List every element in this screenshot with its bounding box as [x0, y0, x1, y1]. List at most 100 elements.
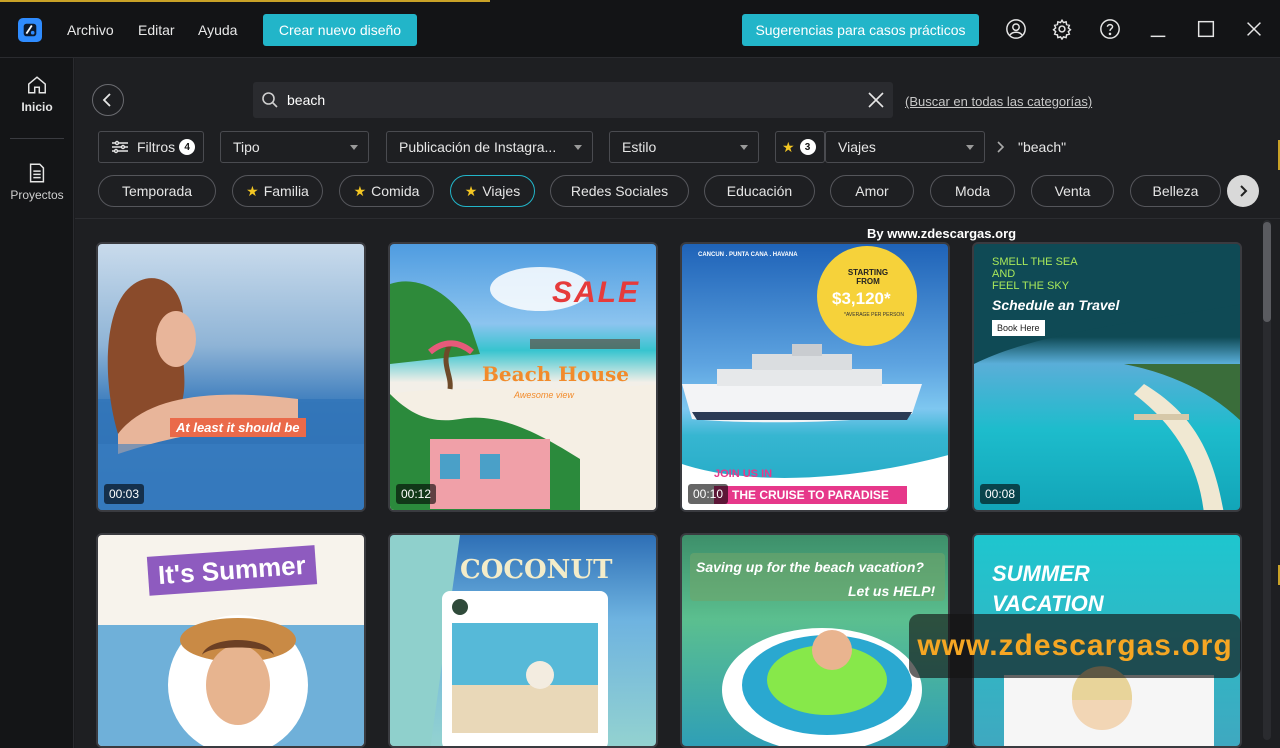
menu-ayuda[interactable]: Ayuda: [198, 22, 237, 38]
help-icon[interactable]: [1098, 17, 1122, 41]
account-icon[interactable]: [1004, 17, 1028, 41]
chevron-right-icon: [995, 140, 1007, 154]
style-dropdown-label: Estilo: [622, 139, 657, 155]
card-price-label: STARTING FROM: [847, 268, 889, 286]
chip-label: Moda: [954, 183, 991, 199]
card-tag: Awesome view: [514, 390, 574, 400]
chip-label: Viajes: [482, 183, 521, 199]
chip-comida[interactable]: ★ Comida: [339, 175, 434, 207]
chip-familia[interactable]: ★ Familia: [232, 175, 323, 207]
sidebar-item-inicio[interactable]: Inicio: [0, 74, 74, 114]
maximize-icon[interactable]: [1194, 17, 1218, 41]
document-icon: [29, 163, 45, 183]
chip-amor[interactable]: Amor: [830, 175, 914, 207]
card-title: COCONUT: [460, 555, 613, 585]
search-input[interactable]: [287, 82, 847, 118]
caret-down-icon: [740, 145, 748, 150]
sidebar-item-label: Proyectos: [10, 188, 64, 202]
filters-button[interactable]: Filtros 4: [98, 131, 204, 163]
duration-badge: 00:03: [104, 484, 145, 504]
close-window-icon[interactable]: [1242, 17, 1266, 41]
sidebar-divider: [10, 138, 64, 139]
star-icon: ★: [782, 138, 795, 155]
watermark-text: By www.zdescargas.org: [867, 226, 1017, 241]
chevron-left-icon: [102, 93, 111, 107]
chip-label: Familia: [263, 183, 309, 199]
template-thumbnail: [98, 278, 364, 510]
vertical-scrollbar[interactable]: [1263, 220, 1271, 740]
card-line2: AND: [992, 268, 1016, 280]
favorites-filter[interactable]: ★ 3: [775, 131, 825, 163]
chip-temporada[interactable]: Temporada: [98, 175, 216, 207]
card-subtitle: Beach House: [482, 362, 630, 386]
title-accent-line: [0, 0, 490, 2]
template-card[interactable]: CANCUN . PUNTA CANA . HAVANA STARTING FR…: [680, 242, 950, 512]
chip-belleza[interactable]: Belleza: [1130, 175, 1221, 207]
template-card[interactable]: COCONUT: [388, 533, 658, 748]
card-button: Book Here: [992, 320, 1045, 336]
menu-editar[interactable]: Editar: [138, 22, 175, 38]
category-dropdown-label: Viajes: [838, 139, 876, 155]
duration-badge: 00:08: [980, 484, 1021, 504]
chips-next-button[interactable]: [1227, 175, 1259, 207]
duration-badge: 00:10: [688, 484, 729, 504]
caret-down-icon: [966, 145, 974, 150]
template-card[interactable]: It's Summer: [96, 533, 366, 748]
home-icon: [28, 76, 46, 94]
minimize-icon[interactable]: [1146, 17, 1170, 41]
star-icon: ★: [464, 182, 478, 199]
chip-label: Redes Sociales: [570, 183, 669, 199]
format-dropdown[interactable]: Publicación de Instagra...: [386, 131, 593, 163]
card-headline: Schedule an Travel: [992, 297, 1120, 313]
card-destinations: CANCUN . PUNTA CANA . HAVANA: [698, 252, 798, 258]
card-line3: FEEL THE SKY: [992, 280, 1070, 292]
search-box: [253, 82, 893, 118]
search-query-breadcrumb: "beach": [1018, 139, 1067, 155]
settings-gear-icon[interactable]: [1050, 17, 1074, 41]
chip-venta[interactable]: Venta: [1031, 175, 1114, 207]
chip-label: Educación: [726, 183, 793, 199]
chevron-right-icon: [1240, 185, 1248, 197]
sidebar-item-proyectos[interactable]: Proyectos: [0, 162, 74, 202]
card-join: JOIN US IN: [714, 468, 773, 480]
chip-viajes[interactable]: ★ Viajes: [450, 175, 535, 207]
template-card[interactable]: SALE Beach House Awesome view 00:12: [388, 242, 658, 512]
style-dropdown[interactable]: Estilo: [609, 131, 759, 163]
chip-educacion[interactable]: Educación: [704, 175, 815, 207]
card-price-note: *AVERAGE PER PERSON: [844, 312, 904, 318]
clear-search-icon[interactable]: [867, 91, 885, 109]
star-icon: ★: [353, 182, 367, 199]
scrollbar-thumb[interactable]: [1263, 222, 1271, 322]
chip-redes-sociales[interactable]: Redes Sociales: [550, 175, 689, 207]
filters-label: Filtros: [137, 139, 176, 155]
search-icon: [261, 91, 279, 109]
title-bar: Archivo Editar Ayuda Crear nuevo diseño …: [0, 0, 1280, 58]
chip-label: Comida: [371, 183, 420, 199]
chip-label: Temporada: [121, 183, 193, 199]
card-line1: SMELL THE SEA: [992, 256, 1078, 268]
back-button[interactable]: [92, 84, 124, 116]
sidebar: Inicio Proyectos: [0, 58, 74, 748]
favorites-count-badge: 3: [799, 139, 816, 155]
watermark-banner: www.zdescargas.org: [909, 614, 1241, 678]
type-dropdown[interactable]: Tipo: [220, 131, 369, 163]
chip-label: Venta: [1054, 183, 1091, 199]
category-dropdown[interactable]: Viajes: [825, 131, 985, 163]
sidebar-item-label: Inicio: [21, 100, 53, 114]
template-card[interactable]: SMELL THE SEA AND FEEL THE SKY Schedule …: [972, 242, 1242, 512]
toolbar-separator: [75, 218, 1280, 219]
search-all-categories-link[interactable]: (Buscar en todas las categorías): [905, 94, 1092, 109]
caret-down-icon: [574, 145, 582, 150]
card-line1: Saving up for the beach vacation?: [696, 559, 924, 575]
chip-label: Amor: [855, 183, 889, 199]
suggestions-button[interactable]: Sugerencias para casos prácticos: [742, 14, 979, 46]
chip-moda[interactable]: Moda: [930, 175, 1015, 207]
template-card[interactable]: At least it should be 00:03: [96, 242, 366, 512]
caret-down-icon: [350, 145, 358, 150]
main-content: (Buscar en todas las categorías) Filtros…: [75, 58, 1280, 748]
create-design-button[interactable]: Crear nuevo diseño: [263, 14, 417, 46]
star-icon: ★: [246, 182, 259, 199]
filters-count-badge: 4: [179, 139, 196, 155]
card-title: SALE: [552, 276, 641, 309]
menu-archivo[interactable]: Archivo: [67, 22, 114, 38]
